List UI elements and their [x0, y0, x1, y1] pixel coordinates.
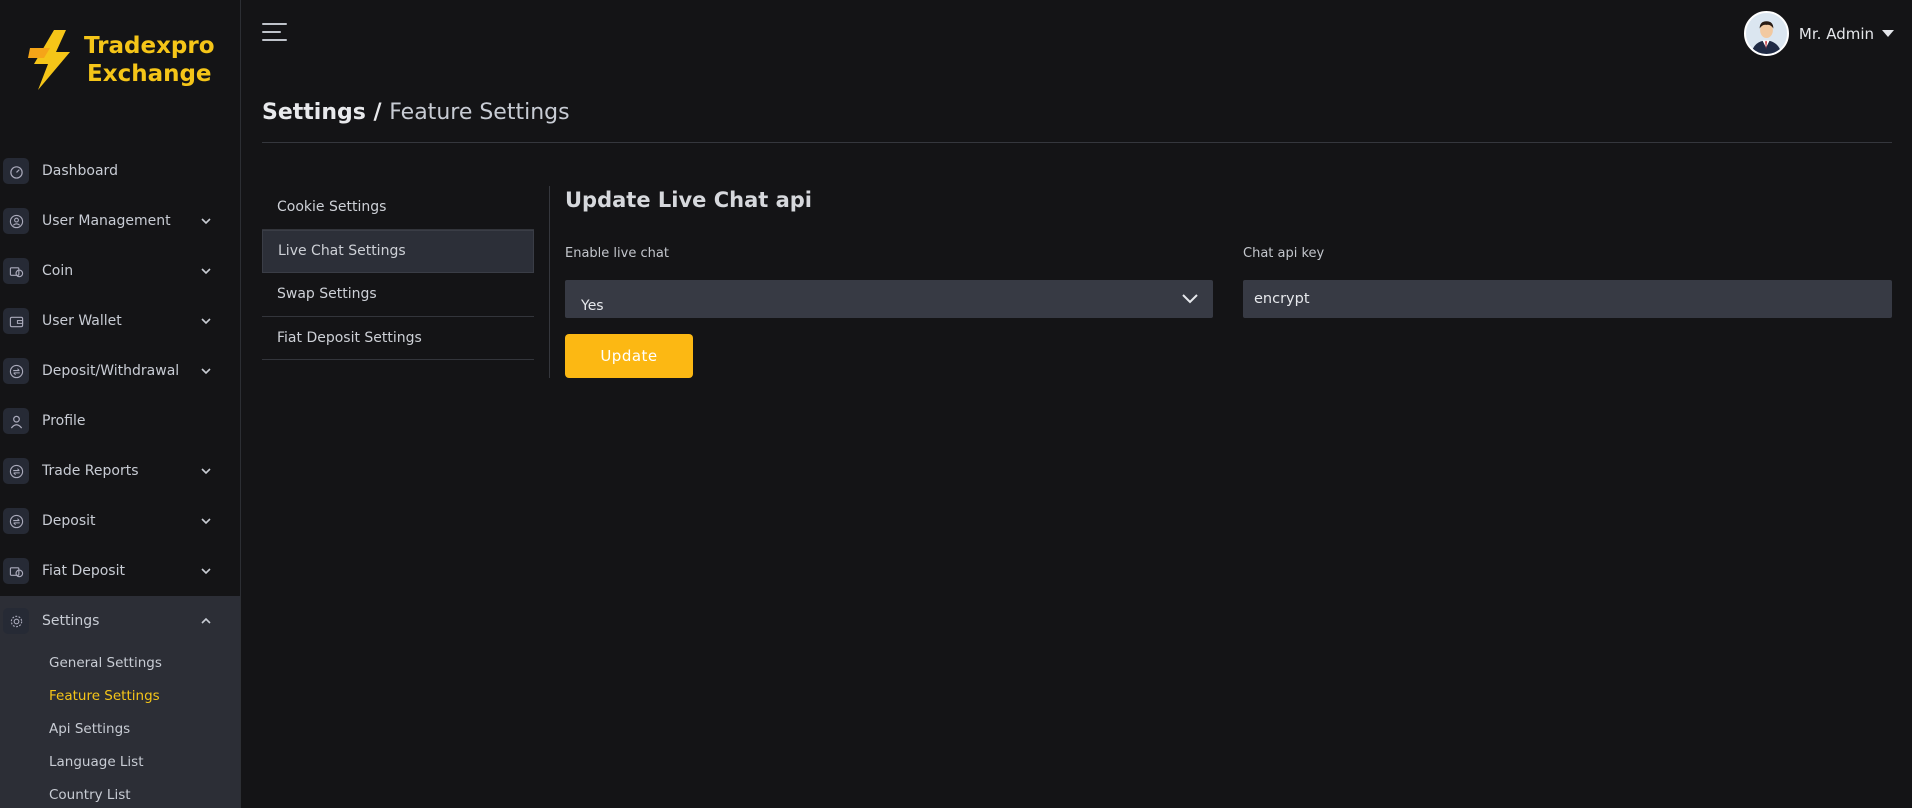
submenu-item-feature-settings[interactable]: Feature Settings: [0, 679, 240, 712]
header-divider: [262, 142, 1892, 143]
brand-logo[interactable]: Tradexpro Exchange: [24, 28, 215, 92]
sidebar-item-profile[interactable]: Profile: [0, 396, 240, 446]
submenu-item-country-list[interactable]: Country List: [0, 778, 240, 808]
coin-icon: [3, 258, 29, 284]
user-menu[interactable]: Mr. Admin: [1743, 11, 1894, 56]
feature-menu-item-fiat-deposit-settings[interactable]: Fiat Deposit Settings: [262, 317, 534, 360]
brand-line1: Tradexpro: [84, 33, 215, 59]
feature-menu-item-live-chat-settings[interactable]: Live Chat Settings: [262, 229, 534, 273]
speedometer-icon: [3, 158, 29, 184]
chat-api-key-input[interactable]: [1243, 280, 1892, 318]
breadcrumb: Settings / Feature Settings: [262, 100, 570, 125]
chevron-down-icon: [201, 468, 211, 475]
sidebar-item-dashboard[interactable]: Dashboard: [0, 146, 240, 196]
chevron-down-icon: [201, 568, 211, 575]
chat-api-key-label: Chat api key: [1243, 246, 1325, 261]
menu-toggle-icon[interactable]: [262, 23, 287, 43]
exchange-icon: [3, 358, 29, 384]
feature-settings-menu: Cookie Settings Live Chat Settings Swap Se…: [262, 186, 534, 360]
lightning-logo-icon: [28, 30, 70, 90]
sidebar-item-label: User Management: [42, 213, 171, 229]
exchange-icon: [3, 508, 29, 534]
user-name: Mr. Admin: [1798, 24, 1874, 43]
chevron-down-icon: [201, 368, 211, 375]
submenu-item-general-settings[interactable]: General Settings: [0, 646, 240, 679]
sidebar-item-label: Dashboard: [42, 163, 118, 179]
sidebar-item-label: User Wallet: [42, 313, 122, 329]
chevron-down-icon: [201, 218, 211, 225]
profile-icon: [3, 408, 29, 434]
brand-name: Tradexpro Exchange: [84, 32, 215, 88]
sidebar-item-settings[interactable]: Settings: [0, 596, 240, 646]
sidebar-item-label: Deposit: [42, 513, 96, 529]
sidebar-item-user-management[interactable]: User Management: [0, 196, 240, 246]
sidebar-item-label: Coin: [42, 263, 74, 279]
sidebar-item-label: Settings: [42, 613, 100, 629]
update-button[interactable]: Update: [565, 334, 693, 378]
chevron-down-icon: [201, 318, 211, 325]
enable-live-chat-select[interactable]: Yes: [565, 280, 1213, 318]
wallet-icon: [3, 308, 29, 334]
menu-separator: [549, 186, 550, 378]
submenu-item-language-list[interactable]: Language List: [0, 745, 240, 778]
gear-icon: [3, 608, 29, 634]
settings-submenu: General Settings Feature Settings Api Sett…: [0, 646, 240, 808]
user-circle-icon: [3, 208, 29, 234]
sidebar-item-coin[interactable]: Coin: [0, 246, 240, 296]
sidebar-item-label: Deposit/Withdrawal: [42, 363, 180, 379]
avatar: [1743, 11, 1789, 56]
breadcrumb-current: Feature Settings: [389, 100, 570, 125]
avatar-person-icon: [1745, 13, 1787, 54]
submenu-item-api-settings[interactable]: Api Settings: [0, 712, 240, 745]
form-title: Update Live Chat api: [565, 188, 812, 212]
feature-menu-item-cookie-settings[interactable]: Cookie Settings: [262, 186, 534, 230]
enable-live-chat-label: Enable live chat: [565, 246, 669, 261]
sidebar-item-trade-reports[interactable]: Trade Reports: [0, 446, 240, 496]
sidebar-item-label: Profile: [42, 413, 86, 429]
sidebar-item-user-wallet[interactable]: User Wallet: [0, 296, 240, 346]
settings-group: Settings General Settings Feature Settings…: [0, 596, 240, 808]
sidebar-item-label: Fiat Deposit: [42, 563, 125, 579]
sidebar-nav: Dashboard User Management Coin User Wallet D…: [0, 146, 240, 808]
sidebar-item-fiat-deposit[interactable]: Fiat Deposit: [0, 546, 240, 596]
brand-line2: Exchange: [87, 61, 212, 87]
enable-live-chat-value: Yes: [581, 298, 604, 314]
exchange-icon: [3, 458, 29, 484]
sidebar-item-deposit-withdrawal[interactable]: Deposit/Withdrawal: [0, 346, 240, 396]
feature-menu-item-swap-settings[interactable]: Swap Settings: [262, 273, 534, 317]
breadcrumb-parent[interactable]: Settings /: [262, 100, 382, 125]
sidebar-item-label: Trade Reports: [42, 463, 139, 479]
caret-down-icon: [1882, 30, 1894, 37]
sidebar: Tradexpro Exchange Dashboard User Managem…: [0, 0, 241, 808]
chevron-up-icon: [201, 617, 211, 624]
chevron-down-icon: [1182, 294, 1198, 304]
coin-icon: [3, 558, 29, 584]
chevron-down-icon: [201, 268, 211, 275]
sidebar-item-deposit[interactable]: Deposit: [0, 496, 240, 546]
chevron-down-icon: [201, 518, 211, 525]
